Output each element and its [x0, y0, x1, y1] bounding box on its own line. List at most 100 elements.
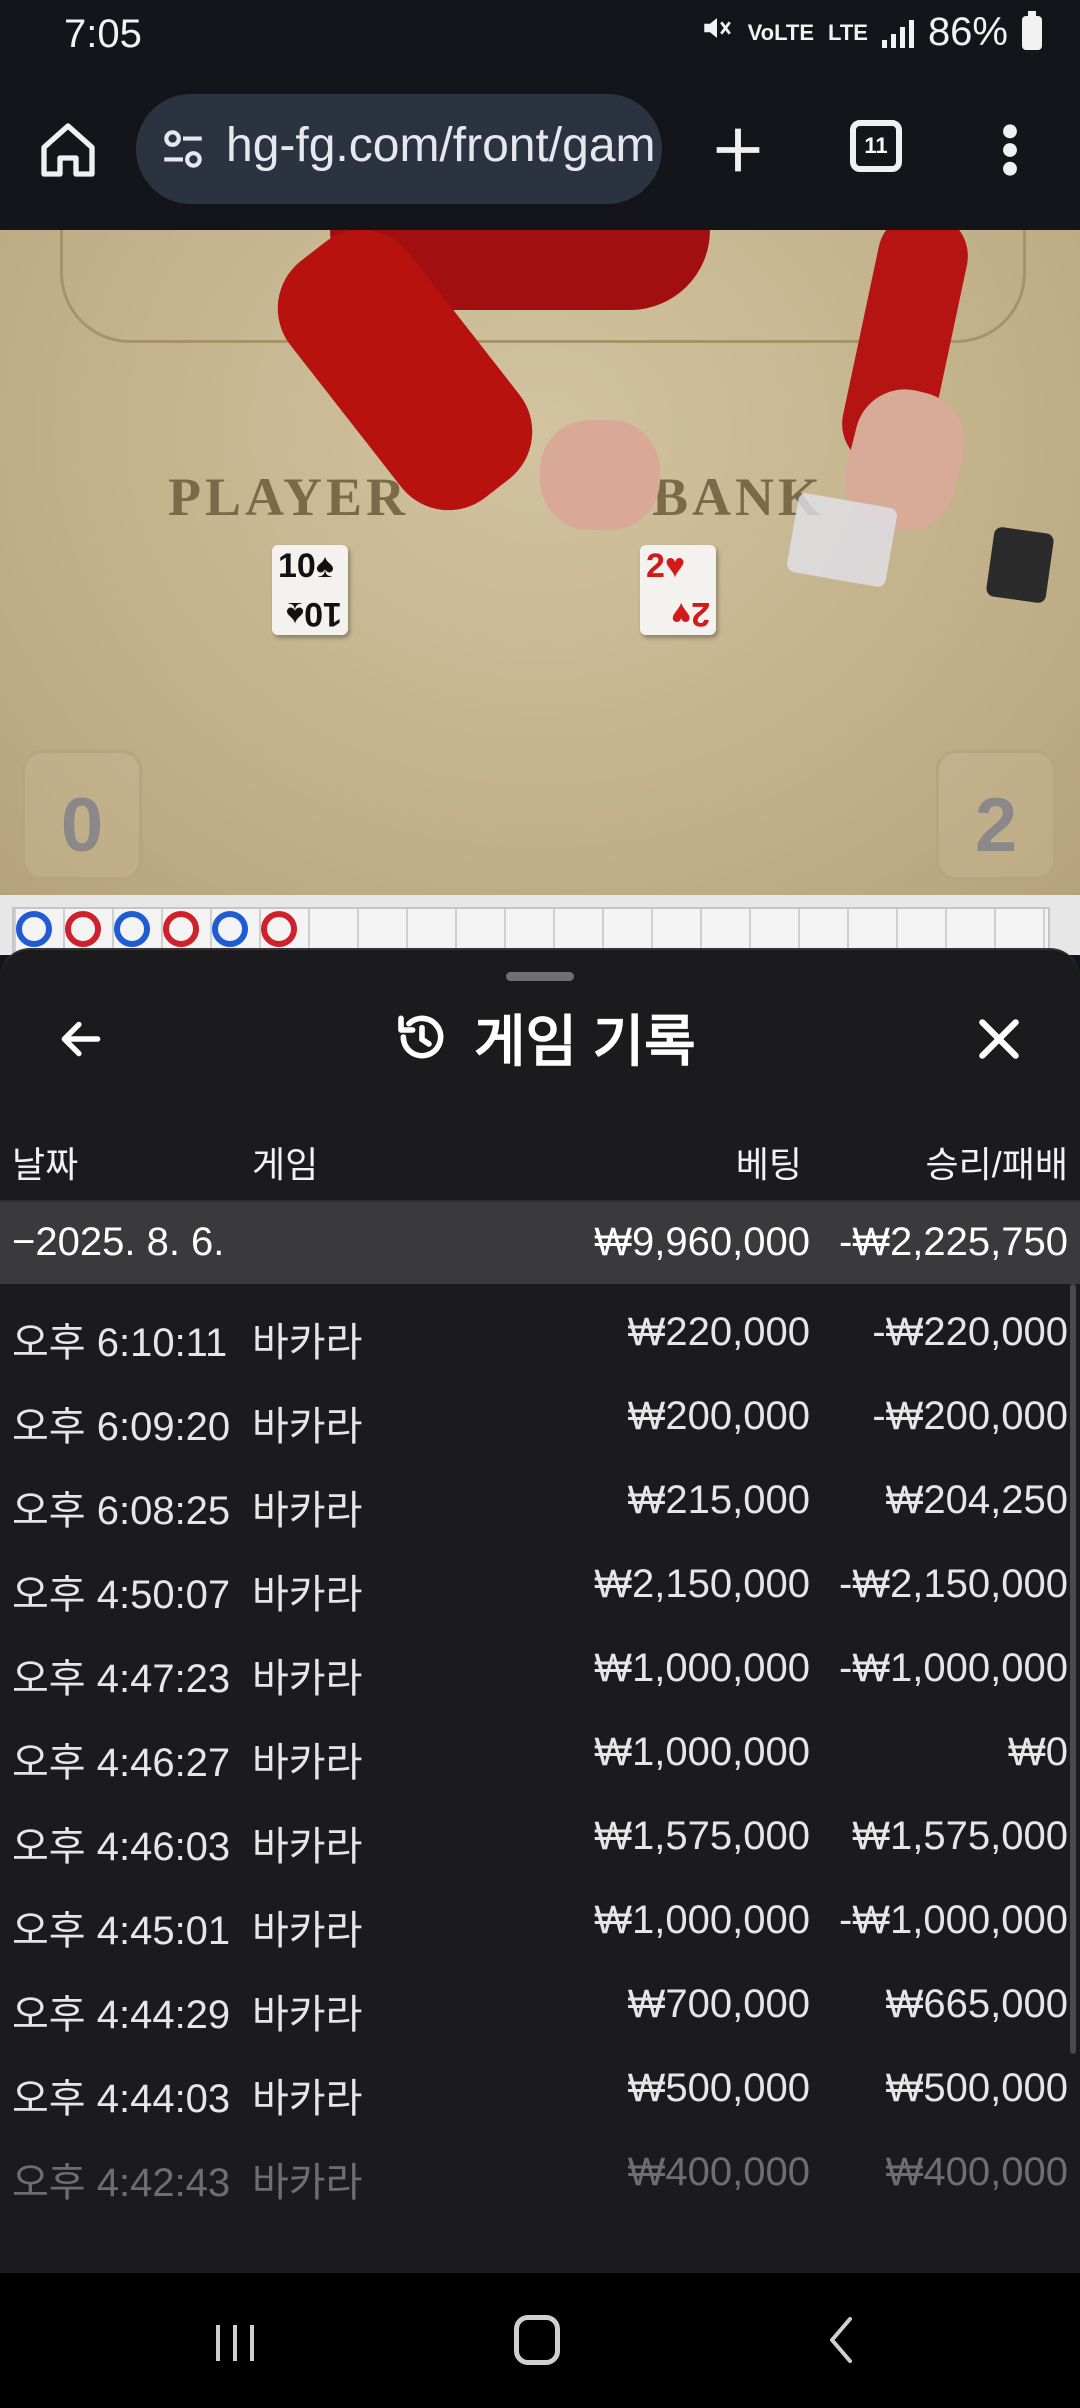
recent-apps-icon[interactable] [212, 2323, 258, 2363]
lte-indicator: LTE [828, 19, 868, 45]
group-win-loss-total: -₩2,225,750 [838, 1220, 1068, 1264]
road-result-red [261, 911, 297, 947]
table-row[interactable]: 오후 6:08:25 바카라 ₩215,000 ₩204,250 [0, 1452, 1080, 1536]
moving-card [785, 491, 899, 589]
row-win-loss: -₩200,000 [872, 1394, 1068, 1438]
table-row[interactable]: 오후 4:44:03 바카라 ₩500,000 ₩500,000 [0, 2040, 1080, 2124]
player-card-rank: 10♠ [278, 547, 334, 585]
row-game: 바카라 [252, 1573, 363, 1617]
player-score: 0 [60, 783, 104, 868]
row-game: 바카라 [252, 1489, 363, 1533]
dealer-hand-left [540, 420, 660, 530]
row-win-loss: ₩665,000 [885, 1982, 1068, 2026]
row-bet: ₩400,000 [627, 2150, 810, 2194]
table-row[interactable]: 오후 6:10:11 바카라 ₩220,000 -₩220,000 [0, 1284, 1080, 1368]
browser-toolbar: hg-fg.com/front/gam 11 [0, 70, 1080, 232]
table-row[interactable]: 오후 4:46:03 바카라 ₩1,575,000 ₩1,575,000 [0, 1788, 1080, 1872]
group-bet-total: ₩9,960,000 [594, 1220, 810, 1264]
row-game: 바카라 [252, 1321, 363, 1365]
player-card-rank-inverted: 10♠ [286, 595, 342, 633]
row-game: 바카라 [252, 2161, 363, 2205]
column-header-bet[interactable]: 베팅 [736, 1136, 802, 1188]
status-bar: 7:05 VoLTE LTE 86% [0, 0, 1080, 70]
sheet-title-text: 게임 기록 [474, 1009, 696, 1073]
row-win-loss: ₩204,250 [885, 1478, 1068, 1522]
row-bet: ₩1,575,000 [594, 1814, 810, 1858]
date-group-row[interactable]: −2025. 8. 6. ₩9,960,000 -₩2,225,750 [0, 1202, 1080, 1284]
player-label: PLAYER [168, 467, 410, 527]
row-time: 오후 4:46:03 [12, 1825, 231, 1869]
row-bet: ₩2,150,000 [594, 1562, 810, 1606]
row-bet: ₩500,000 [627, 2066, 810, 2110]
sheet-title: 게임 기록 [394, 1002, 696, 1073]
nav-back-icon[interactable] [820, 2315, 860, 2365]
battery-percent: 86% [927, 10, 1008, 54]
table-row[interactable]: 오후 4:47:23 바카라 ₩1,000,000 -₩1,000,000 [0, 1620, 1080, 1704]
scrollbar[interactable] [1070, 1284, 1076, 2054]
row-game: 바카라 [252, 1741, 363, 1785]
row-game: 바카라 [252, 2077, 363, 2121]
row-win-loss: -₩2,150,000 [838, 1562, 1068, 1606]
signal-icon [881, 18, 914, 48]
row-bet: ₩1,000,000 [594, 1646, 810, 1690]
sheet-drag-handle[interactable] [506, 972, 574, 981]
player-card: 10♠ 10♠ [272, 545, 348, 635]
live-video[interactable]: PLAYER BANK R 10♠ 10♠ 2♥ 2♥ 0 2 [0, 230, 1080, 895]
row-time: 오후 4:44:29 [12, 1993, 231, 2037]
table-row[interactable]: 오후 4:44:29 바카라 ₩700,000 ₩665,000 [0, 1956, 1080, 2040]
row-time: 오후 4:45:01 [12, 1909, 231, 1953]
volte-indicator: VoLTE [747, 19, 815, 45]
table-row[interactable]: 오후 4:45:01 바카라 ₩1,000,000 -₩1,000,000 [0, 1872, 1080, 1956]
row-game: 바카라 [252, 1405, 363, 1449]
banker-card-rank: 2♥ [646, 547, 686, 585]
system-nav-bar [0, 2273, 1080, 2408]
road-result-red [65, 911, 101, 947]
bead-road [0, 895, 1080, 955]
table-row[interactable]: 오후 6:09:20 바카라 ₩200,000 -₩200,000 [0, 1368, 1080, 1452]
row-bet: ₩1,000,000 [594, 1898, 810, 1942]
road-result-blue [114, 911, 150, 947]
column-header-date[interactable]: 날짜 [12, 1136, 78, 1188]
tune-icon[interactable] [158, 124, 208, 174]
row-time: 오후 6:08:25 [12, 1489, 231, 1533]
close-icon[interactable] [974, 1014, 1024, 1064]
plus-icon[interactable] [706, 118, 770, 182]
row-bet: ₩215,000 [627, 1478, 810, 1522]
more-vert-icon[interactable] [990, 118, 1030, 182]
card-shoe [985, 526, 1055, 604]
arrow-left-icon[interactable] [56, 1014, 106, 1064]
row-bet: ₩220,000 [627, 1310, 810, 1354]
column-header-game[interactable]: 게임 [252, 1136, 318, 1188]
row-bet: ₩1,000,000 [594, 1730, 810, 1774]
table-header: 날짜 게임 베팅 승리/패배 [0, 1110, 1080, 1202]
tabs-icon[interactable]: 11 [850, 120, 902, 172]
banker-score: 2 [974, 783, 1018, 868]
table-row[interactable]: 오후 4:46:27 바카라 ₩1,000,000 ₩0 [0, 1704, 1080, 1788]
history-rows: 오후 6:10:11 바카라 ₩220,000 -₩220,000 오후 6:09:2… [0, 1284, 1080, 2208]
row-win-loss: ₩500,000 [885, 2066, 1068, 2110]
address-bar[interactable]: hg-fg.com/front/gam [136, 94, 662, 204]
table-row[interactable]: 오후 4:42:43 바카라 ₩400,000 ₩400,000 [0, 2124, 1080, 2208]
road-result-blue [212, 911, 248, 947]
group-date[interactable]: −2025. 8. 6. [12, 1220, 224, 1265]
row-time: 오후 6:10:11 [12, 1321, 228, 1365]
row-game: 바카라 [252, 1825, 363, 1869]
row-time: 오후 4:42:43 [12, 2161, 231, 2205]
row-game: 바카라 [252, 1993, 363, 2037]
banker-card: 2♥ 2♥ [640, 545, 716, 635]
row-time: 오후 4:44:03 [12, 2077, 231, 2121]
banker-card-rank-inverted: 2♥ [670, 595, 710, 633]
row-time: 오후 6:09:20 [12, 1405, 231, 1449]
road-result-blue [16, 911, 52, 947]
row-game: 바카라 [252, 1909, 363, 1953]
nav-home-icon[interactable] [514, 2315, 560, 2365]
column-header-win-loss[interactable]: 승리/패배 [926, 1136, 1068, 1188]
row-win-loss: ₩400,000 [885, 2150, 1068, 2194]
player-score-box: 0 [22, 750, 142, 880]
home-icon[interactable] [36, 118, 100, 182]
table-row[interactable]: 오후 4:50:07 바카라 ₩2,150,000 -₩2,150,000 [0, 1536, 1080, 1620]
row-win-loss: -₩1,000,000 [838, 1646, 1068, 1690]
url-text[interactable]: hg-fg.com/front/gam [226, 118, 656, 173]
row-time: 오후 4:47:23 [12, 1657, 231, 1701]
battery-icon [1022, 10, 1042, 50]
